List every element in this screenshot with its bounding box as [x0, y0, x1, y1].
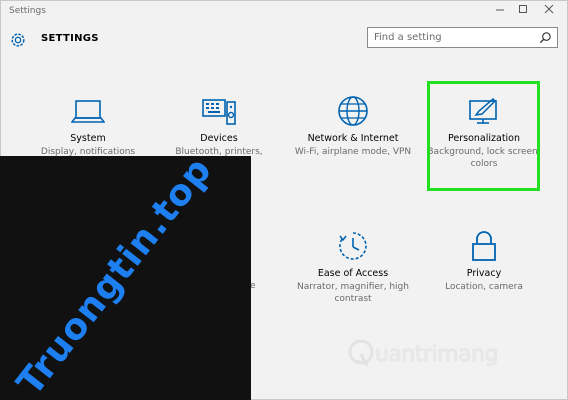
tile-ease-of-access[interactable]: Ease of Access Narrator, magnifier, high…	[288, 230, 418, 330]
tile-label: Privacy	[466, 268, 502, 279]
minimize-button[interactable]	[488, 4, 512, 20]
title-bar: Settings	[1, 1, 567, 23]
highlight-box	[427, 81, 540, 191]
tile-description: Location, camera	[445, 282, 523, 292]
page-title: SETTINGS	[41, 33, 99, 44]
lock-icon	[472, 231, 496, 261]
tile-label: Ease of Access	[317, 268, 389, 279]
watermark-logo-text: uantrimang	[375, 342, 498, 367]
tile-description: Wi-Fi, airplane mode, VPN	[294, 147, 412, 157]
tile-description: Narrator, magnifier, high contrast	[297, 282, 409, 304]
watermark-overlay: Truongtin.top	[0, 156, 251, 400]
globe-icon	[338, 96, 368, 126]
tile-privacy[interactable]: Privacy Location, camera	[419, 230, 549, 330]
maximize-icon	[519, 5, 527, 13]
maximize-button[interactable]	[511, 4, 535, 20]
watermark-text: Truongtin.top	[9, 156, 221, 400]
tile-label: Network & Internet	[307, 133, 399, 144]
gear-icon	[11, 33, 25, 47]
laptop-icon	[71, 100, 105, 123]
lightbulb-icon	[348, 339, 374, 367]
tile-label: Devices	[200, 133, 238, 144]
window-title: Settings	[9, 6, 46, 16]
search-box[interactable]	[367, 27, 558, 48]
close-button[interactable]	[537, 4, 561, 20]
tile-label: System	[70, 133, 106, 144]
close-icon	[544, 4, 554, 14]
settings-header: SETTINGS	[1, 23, 567, 59]
minimize-icon	[496, 9, 504, 11]
keyboard-speaker-icon	[202, 99, 236, 125]
tile-network[interactable]: Network & Internet Wi-Fi, airplane mode,…	[288, 96, 418, 197]
search-icon[interactable]	[539, 31, 552, 44]
ease-of-access-icon	[339, 232, 367, 260]
watermark-logo: uantrimang	[345, 338, 555, 378]
search-input[interactable]	[374, 31, 534, 44]
